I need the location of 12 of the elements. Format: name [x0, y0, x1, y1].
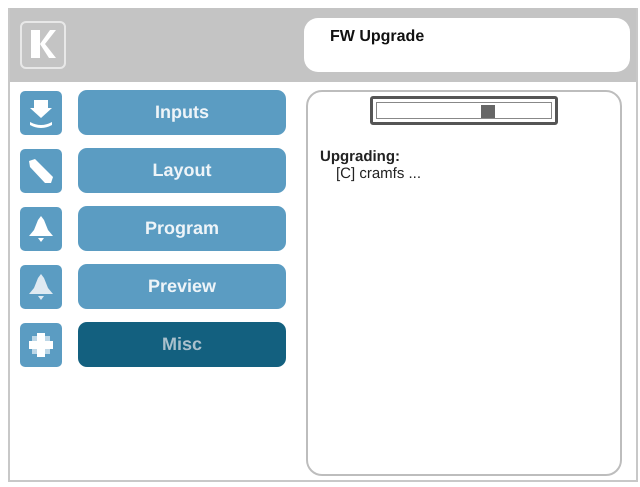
- status-heading: Upgrading:: [320, 149, 401, 166]
- menu-button[interactable]: Inputs: [78, 90, 286, 135]
- menu-button[interactable]: Program: [78, 206, 286, 251]
- bell-icon[interactable]: [20, 206, 62, 250]
- menu-button[interactable]: Layout: [78, 148, 286, 193]
- logo: [20, 21, 66, 69]
- menu-button[interactable]: Misc: [78, 322, 286, 367]
- menu-button[interactable]: Preview: [78, 264, 286, 309]
- status-line: [C] cramfs ...: [336, 164, 422, 182]
- bell-icon[interactable]: [20, 264, 62, 308]
- page-title: FW Upgrade: [304, 18, 630, 72]
- download-icon[interactable]: [20, 90, 62, 134]
